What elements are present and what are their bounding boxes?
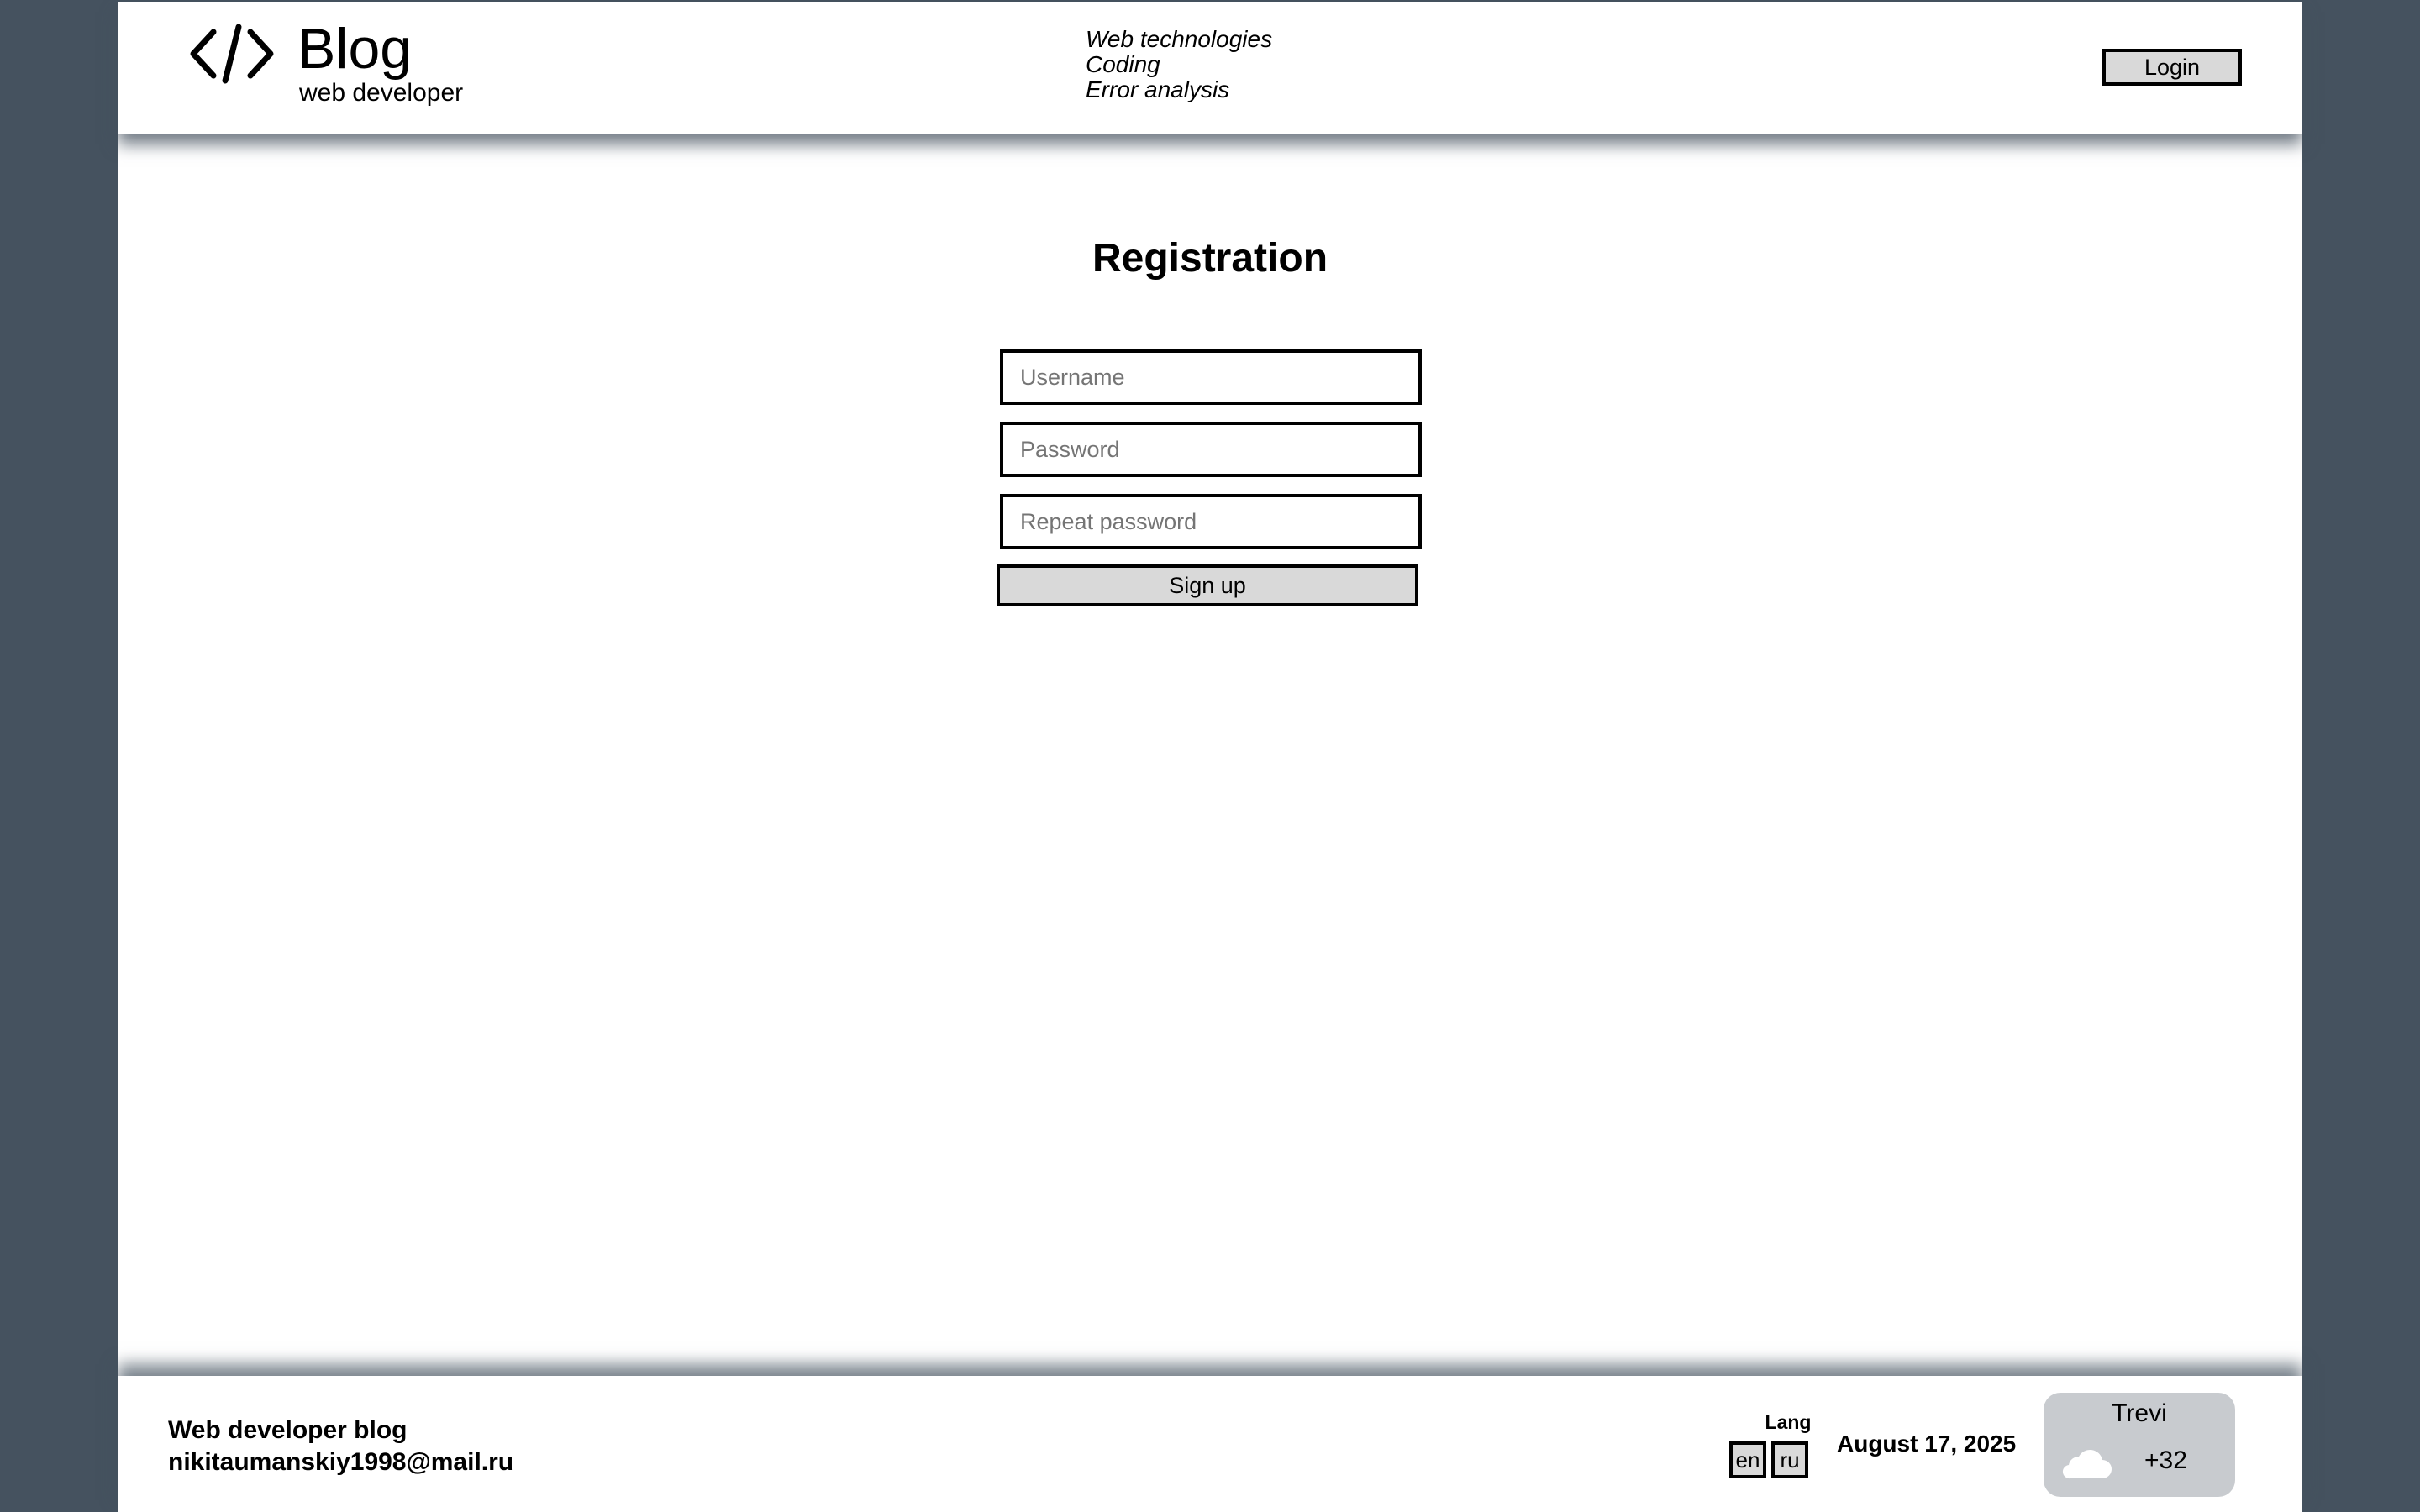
- nav-item-web-technologies[interactable]: Web technologies: [1086, 27, 1272, 52]
- weather-city: Trevi: [2112, 1399, 2167, 1427]
- login-button[interactable]: Login: [2102, 49, 2242, 86]
- lang-ru-button[interactable]: ru: [1771, 1441, 1808, 1478]
- lang-label: Lang: [1765, 1411, 1812, 1433]
- sign-up-button[interactable]: Sign up: [997, 564, 1418, 606]
- nav-item-error-analysis[interactable]: Error analysis: [1086, 77, 1272, 102]
- password-input[interactable]: [1000, 422, 1422, 477]
- repeat-password-input[interactable]: [1000, 494, 1422, 549]
- code-brackets-icon[interactable]: [188, 20, 276, 87]
- weather-temperature: +32: [2144, 1446, 2187, 1474]
- nav-item-coding[interactable]: Coding: [1086, 52, 1272, 77]
- current-date: August 17, 2025: [1837, 1431, 2017, 1457]
- weather-widget: Trevi +32: [2044, 1393, 2235, 1497]
- page-title: Registration: [1092, 236, 1328, 281]
- footer-title: Web developer blog: [168, 1416, 408, 1444]
- brand-title[interactable]: Blog: [297, 15, 412, 82]
- cloud-icon: [2062, 1449, 2112, 1479]
- page-container: Blog web developer Web technologies Codi…: [118, 0, 2302, 1512]
- footer-email: nikitaumanskiy1998@mail.ru: [168, 1448, 514, 1476]
- brand-subtitle: web developer: [299, 79, 464, 107]
- username-input[interactable]: [1000, 349, 1422, 405]
- site-header: Blog web developer Web technologies Codi…: [118, 2, 2302, 134]
- lang-en-button[interactable]: en: [1729, 1441, 1766, 1478]
- site-footer: Web developer blog nikitaumanskiy1998@ma…: [118, 1376, 2302, 1512]
- header-nav: Web technologies Coding Error analysis: [1086, 27, 1272, 102]
